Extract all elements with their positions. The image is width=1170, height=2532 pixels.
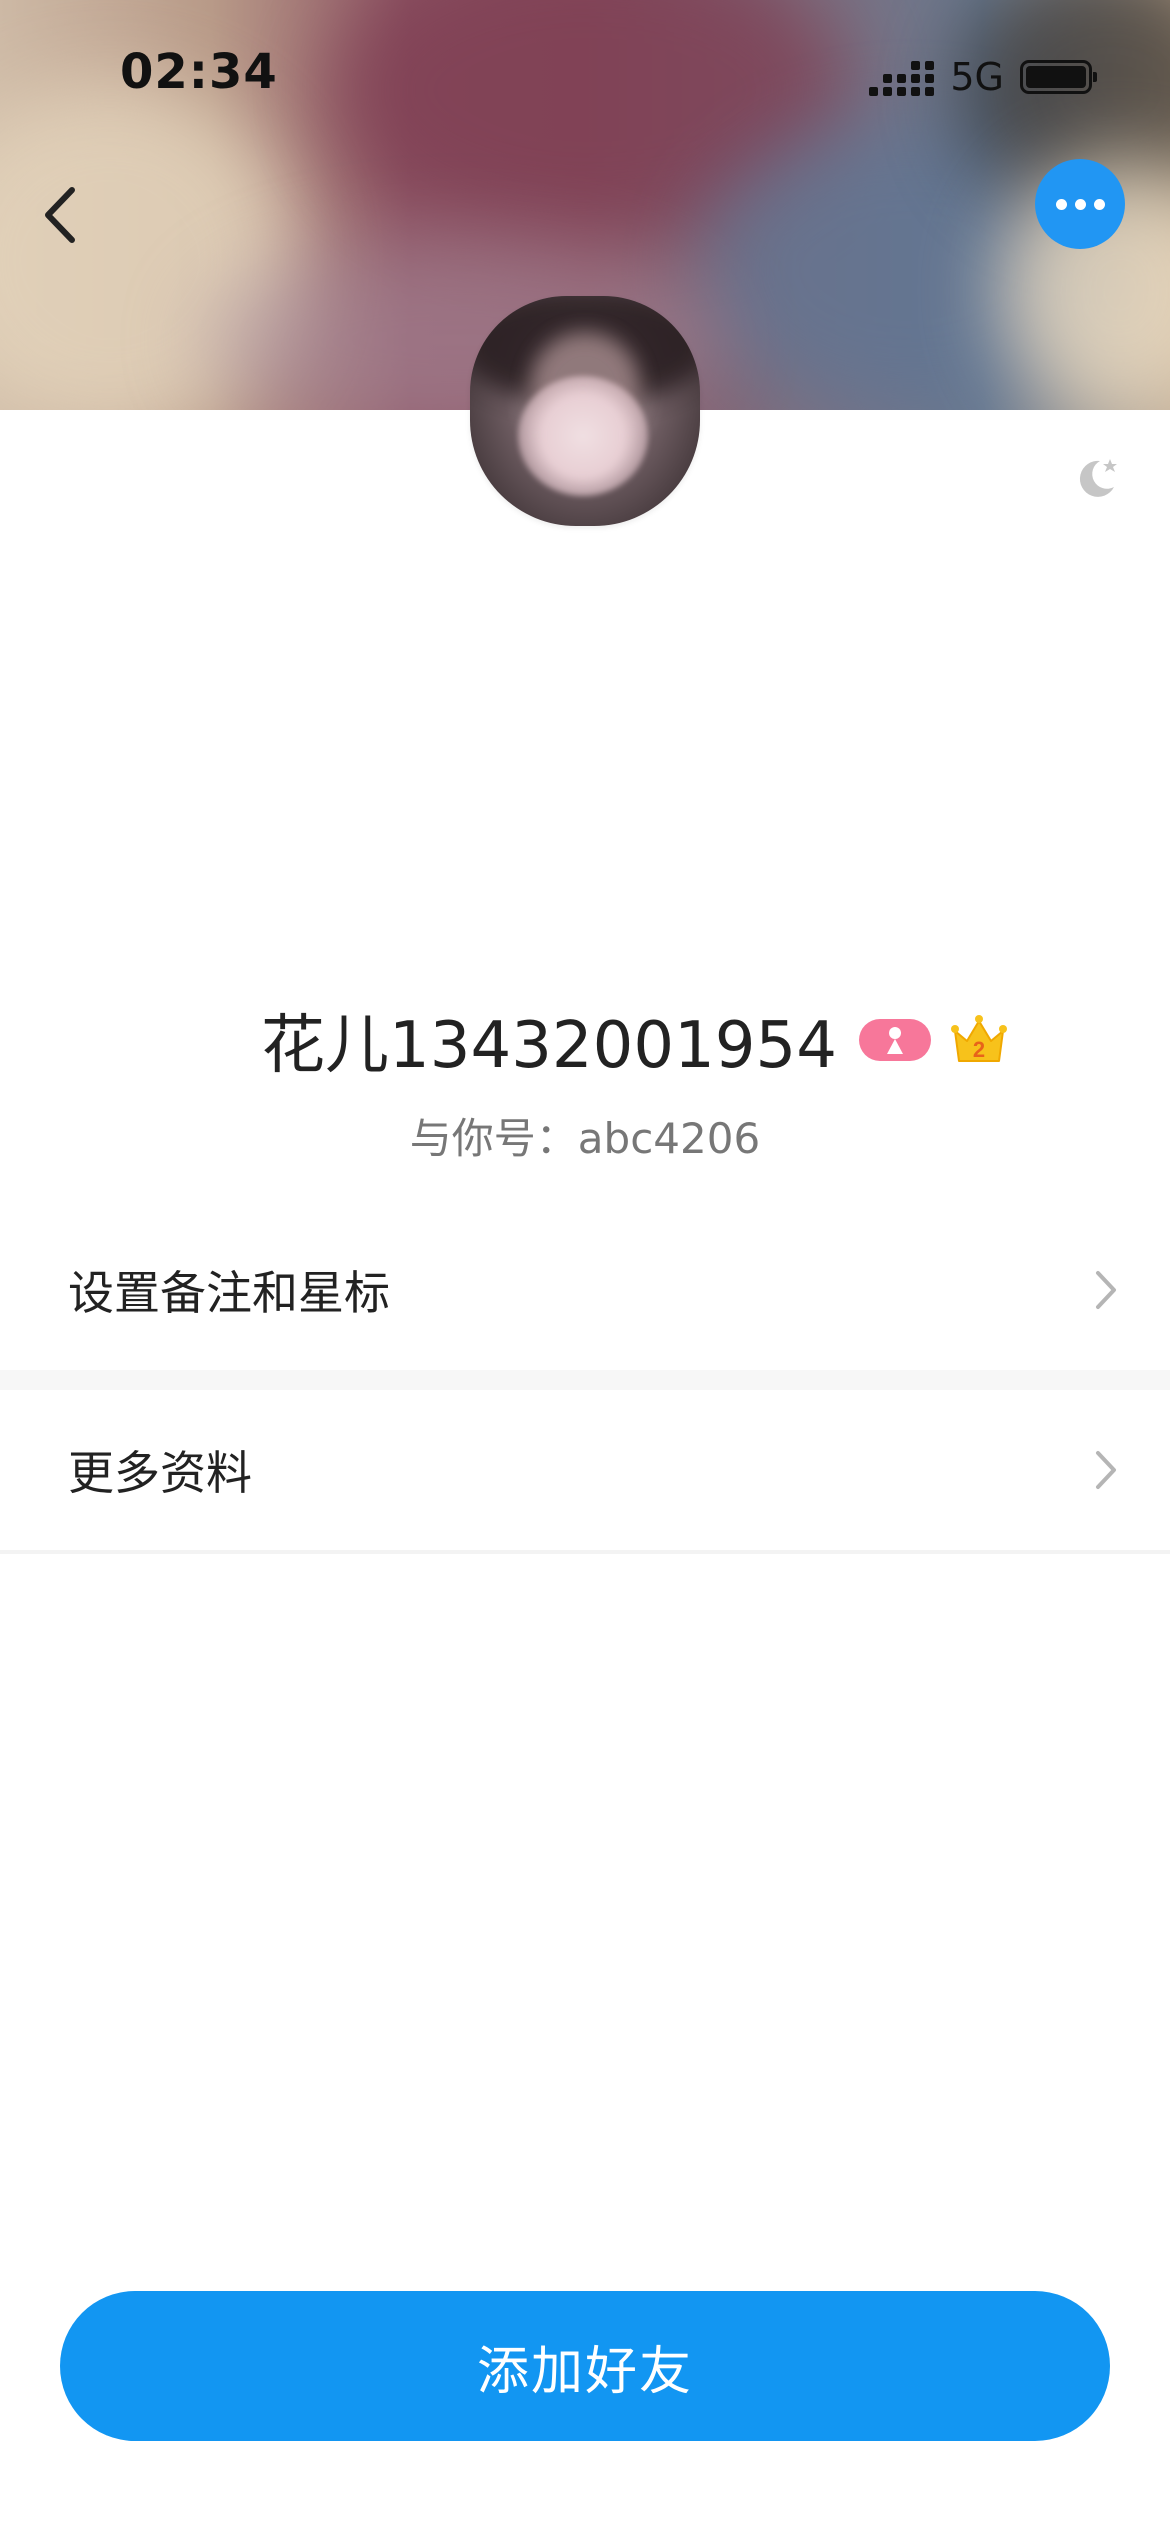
section-divider <box>0 1370 1170 1390</box>
bottom-action-bar: 添加好友 <box>0 2230 1170 2532</box>
gender-badge <box>858 1019 931 1061</box>
more-options-button[interactable] <box>1035 159 1125 249</box>
profile-panel: 花儿13432001954 2 与你号：abc4206 设置备注和星标 更多资料 <box>0 410 1170 2230</box>
nickname: 花儿13432001954 <box>261 1009 837 1083</box>
avatar-image-part <box>518 376 648 496</box>
list-divider <box>0 1550 1170 1554</box>
crown-level: 2 <box>973 1037 985 1062</box>
avatar[interactable] <box>470 296 700 526</box>
more-dots-icon-dot <box>1093 198 1105 210</box>
chevron-right-icon <box>1096 1271 1116 1309</box>
network-type: 5G <box>950 55 1004 99</box>
more-info-item[interactable]: 更多资料 <box>0 1390 1170 1550</box>
crown-badge: 2 <box>949 1013 1009 1067</box>
back-button[interactable] <box>30 170 90 260</box>
status-indicators: 5G <box>869 52 1097 102</box>
more-dots-icon <box>1055 198 1067 210</box>
status-time: 02:34 <box>120 44 278 100</box>
add-friend-button[interactable]: 添加好友 <box>60 2291 1110 2441</box>
moon-star-icon <box>1079 459 1117 497</box>
chevron-right-icon <box>1096 1451 1116 1489</box>
theme-toggle[interactable] <box>1070 453 1122 505</box>
set-remark-and-star-item[interactable]: 设置备注和星标 <box>0 1210 1170 1370</box>
battery-icon <box>1020 60 1097 94</box>
set-remark-label: 设置备注和星标 <box>68 1266 390 1320</box>
female-icon <box>886 1027 903 1054</box>
crown-icon: 2 <box>950 1015 1007 1062</box>
signal-icon <box>869 58 935 96</box>
chevron-left-icon <box>45 187 75 243</box>
account-id: 与你号：abc4206 <box>409 1114 761 1163</box>
more-info-label: 更多资料 <box>68 1446 252 1500</box>
name-row: 花儿13432001954 2 <box>0 1000 1170 1083</box>
more-dots-icon-dot <box>1074 198 1086 210</box>
